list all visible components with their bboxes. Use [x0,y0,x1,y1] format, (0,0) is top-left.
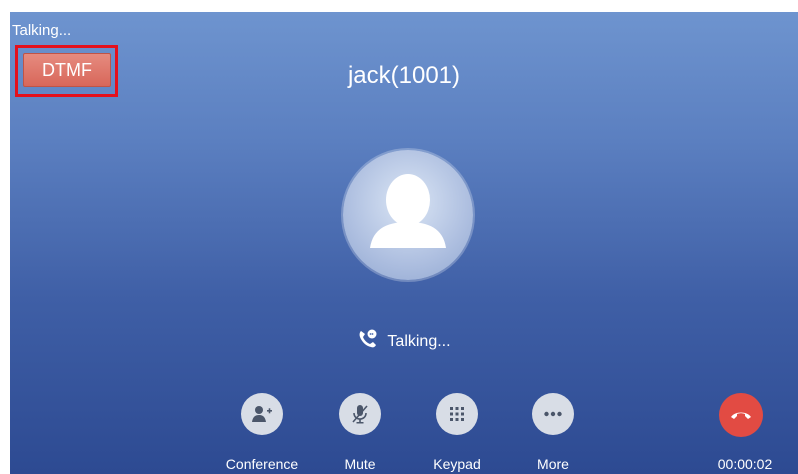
mute-label: Mute [344,456,376,472]
dialpad-icon [450,407,464,421]
add-person-icon [252,406,272,422]
call-timer: 00:00:02 [717,456,773,472]
more-button[interactable] [532,393,574,435]
phone-talking-icon [357,328,379,355]
call-state-row: Talking... [10,328,798,355]
call-screen: Talking... DTMF jack(1001) Talking... Co… [10,12,798,474]
more-icon [544,411,562,417]
mute-button[interactable] [339,393,381,435]
avatar [343,150,473,280]
end-call-icon [731,412,751,419]
person-icon [370,174,446,248]
microphone-icon [352,405,368,424]
keypad-label: Keypad [433,456,481,472]
caller-name: jack(1001) [347,62,461,89]
conference-label: Conference [225,456,299,472]
status-text: Talking... [12,22,72,39]
hangup-button[interactable] [719,393,763,437]
keypad-button[interactable] [436,393,478,435]
call-state-text: Talking... [387,332,451,350]
more-label: More [537,456,569,472]
conference-button[interactable] [241,393,283,435]
